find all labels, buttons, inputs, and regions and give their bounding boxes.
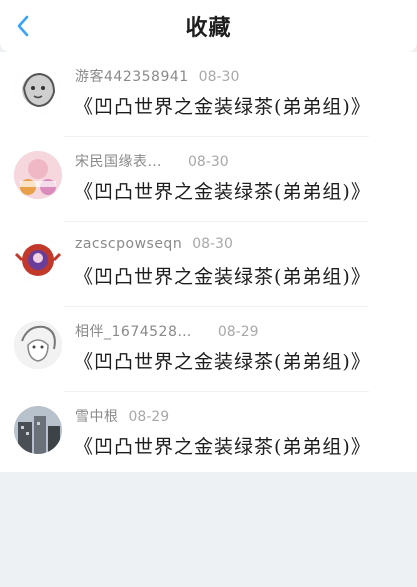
item-meta: 宋民国缘表… 08-30 [75, 151, 229, 171]
favorite-title[interactable]: 《凹凸世界之金装绿茶(弟弟组)》 [74, 262, 371, 289]
building-avatar-icon [14, 406, 62, 454]
character-avatar-icon [14, 151, 62, 199]
username[interactable]: 游客442358941 [75, 69, 189, 85]
list-item[interactable]: 雪中根 08-29 《凹凸世界之金装绿茶(弟弟组)》 [0, 392, 417, 477]
list-item[interactable]: 宋民国缘表… 08-30 《凹凸世界之金装绿茶(弟弟组)》 [0, 137, 417, 222]
avatar[interactable] [14, 151, 62, 199]
username[interactable]: 宋民国缘表… [75, 154, 162, 170]
date: 08-29 [128, 409, 170, 425]
favorites-list: 游客442358941 08-30 《凹凸世界之金装绿茶(弟弟组)》 宋民国缘表…… [0, 52, 417, 472]
favorite-title[interactable]: 《凹凸世界之金装绿茶(弟弟组)》 [74, 347, 371, 374]
top-bar: 收藏 [0, 0, 417, 52]
page-title: 收藏 [185, 16, 232, 41]
date: 08-30 [198, 69, 240, 85]
date: 08-30 [188, 154, 229, 170]
badge-avatar-icon [14, 236, 62, 284]
list-item[interactable]: 相伴_1674528… 08-29 《凹凸世界之金装绿茶(弟弟组)》 [0, 307, 417, 392]
item-meta: 相伴_1674528… 08-29 [75, 321, 259, 341]
app-screen: 收藏 游客442358941 08-30 《凹凸世界之金装绿茶(弟弟组)》 宋民… [0, 0, 417, 587]
list-item[interactable]: 游客442358941 08-30 《凹凸世界之金装绿茶(弟弟组)》 [0, 52, 417, 137]
favorite-title[interactable]: 《凹凸世界之金装绿茶(弟弟组)》 [74, 432, 371, 459]
avatar[interactable] [14, 321, 62, 369]
username[interactable]: zacscpowseqn [75, 236, 182, 252]
favorite-title[interactable]: 《凹凸世界之金装绿茶(弟弟组)》 [74, 177, 371, 204]
date: 08-30 [192, 236, 233, 252]
date: 08-29 [217, 324, 259, 340]
username[interactable]: 相伴_1674528… [75, 324, 192, 340]
avatar[interactable] [14, 406, 62, 454]
sketch-avatar-icon [14, 321, 62, 369]
avatar[interactable] [14, 236, 62, 284]
list-item[interactable]: zacscpowseqn 08-30 《凹凸世界之金装绿茶(弟弟组)》 [0, 222, 417, 307]
favorite-title[interactable]: 《凹凸世界之金装绿茶(弟弟组)》 [74, 92, 371, 119]
item-meta: 游客442358941 08-30 [75, 66, 239, 86]
avatar[interactable] [14, 66, 62, 114]
item-meta: zacscpowseqn 08-30 [75, 236, 233, 252]
item-meta: 雪中根 08-29 [75, 406, 169, 426]
lion-avatar-icon [14, 66, 62, 114]
username[interactable]: 雪中根 [75, 409, 119, 425]
